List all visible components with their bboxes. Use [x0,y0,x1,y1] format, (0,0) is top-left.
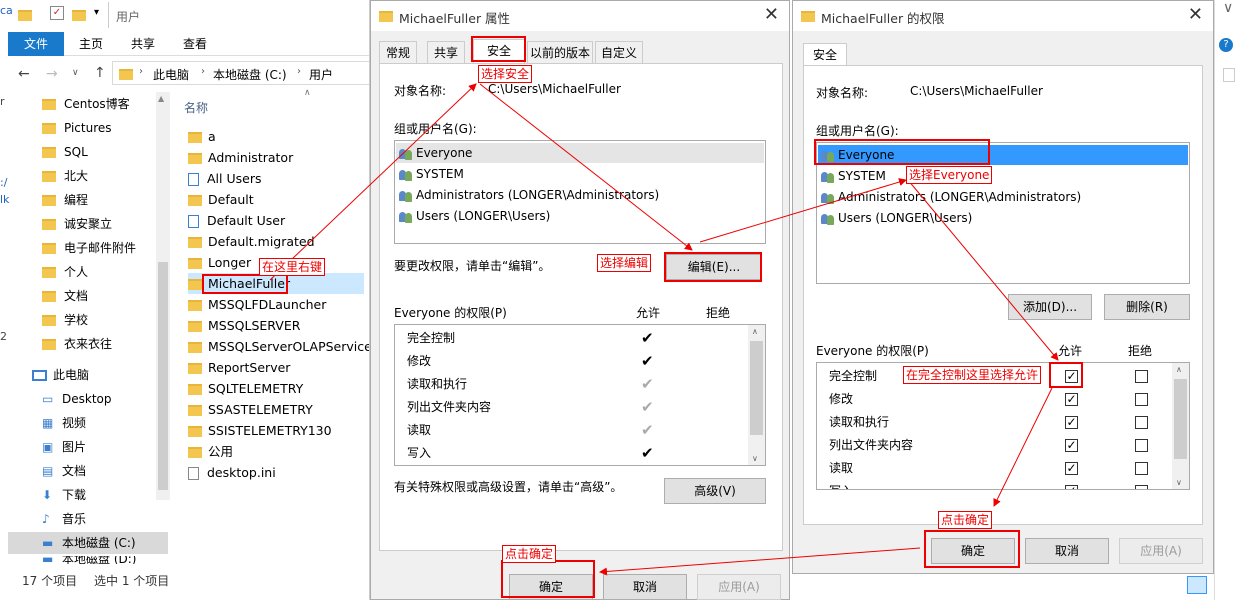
annotation-click-ok-perm: 点击确定 [938,511,993,529]
highlight-ok-perm [924,530,1020,568]
annotation-choose-security: 选择安全 [478,65,533,83]
highlight-full-control-allow [1049,362,1083,388]
annotation-choose-everyone: 选择Everyone [906,166,993,184]
annotation-arrows [269,83,1059,576]
highlight-michaelfuller [202,274,288,294]
highlight-security-tab [471,36,526,62]
highlight-everyone [814,139,990,165]
annotation-full-control-allow: 在完全控制这里选择允许 [903,366,1042,384]
highlight-edit-button [664,252,762,282]
highlight-ok-props [501,560,595,598]
annotation-click-ok-props: 点击确定 [502,545,557,563]
annotation-choose-edit: 选择编辑 [597,254,652,272]
annotation-right-click: 在这里右键 [259,258,326,276]
